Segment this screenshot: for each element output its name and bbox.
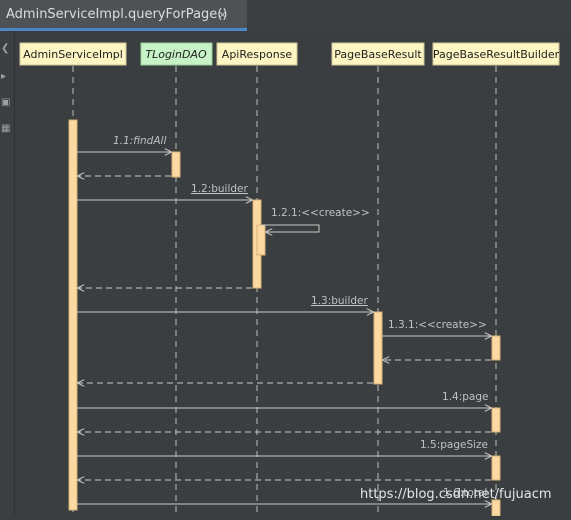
message-label-builder-2[interactable]: 1.3:builder [311,295,369,307]
self-call-arrow-create [262,224,320,232]
participant-adminserviceimpl[interactable]: AdminServiceImpl [19,42,127,66]
participant-label: ApiResponse [222,48,293,61]
play-icon[interactable]: ▸ [1,71,6,82]
activation-builder-1 [491,335,501,361]
message-label-create-2[interactable]: 1.3.1:<<create>> [388,319,487,331]
activation-adminserviceimpl [68,119,78,511]
participant-tlogindao[interactable]: TLoginDAO [140,42,213,66]
participant-apiresponse[interactable]: ApiResponse [216,42,298,66]
participant-label: TLoginDAO [145,48,207,61]
participant-pagebaseresult[interactable]: PageBaseResult [331,42,425,66]
left-toolbar: ❮ ▸ ▣ ▦ [0,31,15,516]
collapse-icon[interactable]: ❮ [1,43,9,54]
activation-builder-4 [491,499,501,517]
tab-sequence-diagram[interactable]: AdminServiceImpl.queryForPage() × [0,0,247,31]
activations [68,119,501,517]
message-label-create[interactable]: 1.2.1:<<create>> [271,207,370,219]
editor-tab-bar: AdminServiceImpl.queryForPage() × [0,0,571,32]
activation-builder-2 [491,407,501,433]
message-label-page[interactable]: 1.4:page [442,391,488,403]
message-label-findall[interactable]: 1.1:findAll [113,135,166,147]
settings-icon[interactable]: ▦ [1,123,10,134]
sequence-diagram: AdminServiceImpl TLoginDAO ApiResponse P… [19,42,560,517]
activation-tlogindao [171,151,181,178]
participant-label: AdminServiceImpl [23,48,123,61]
activation-pagebaseresult [373,311,383,385]
activation-builder-3 [491,455,501,481]
participant-label: PageBaseResult [334,48,422,61]
watermark: https://blog.csdn.net/fujuacm [360,487,552,502]
export-icon[interactable]: ▣ [1,97,10,108]
activation-apiresponse-create [256,224,266,256]
message-label-builder[interactable]: 1.2:builder [191,183,249,195]
close-icon[interactable]: × [218,8,227,21]
tab-title: AdminServiceImpl.queryForPage() [6,7,228,22]
sequence-diagram-canvas: AdminServiceImpl TLoginDAO ApiResponse P… [15,31,571,517]
participant-pagebaseresultbuilder[interactable]: PageBaseResultBuilder [432,42,560,66]
participant-label: PageBaseResultBuilder [433,48,560,61]
message-label-pagesize[interactable]: 1.5:pageSize [420,439,488,451]
